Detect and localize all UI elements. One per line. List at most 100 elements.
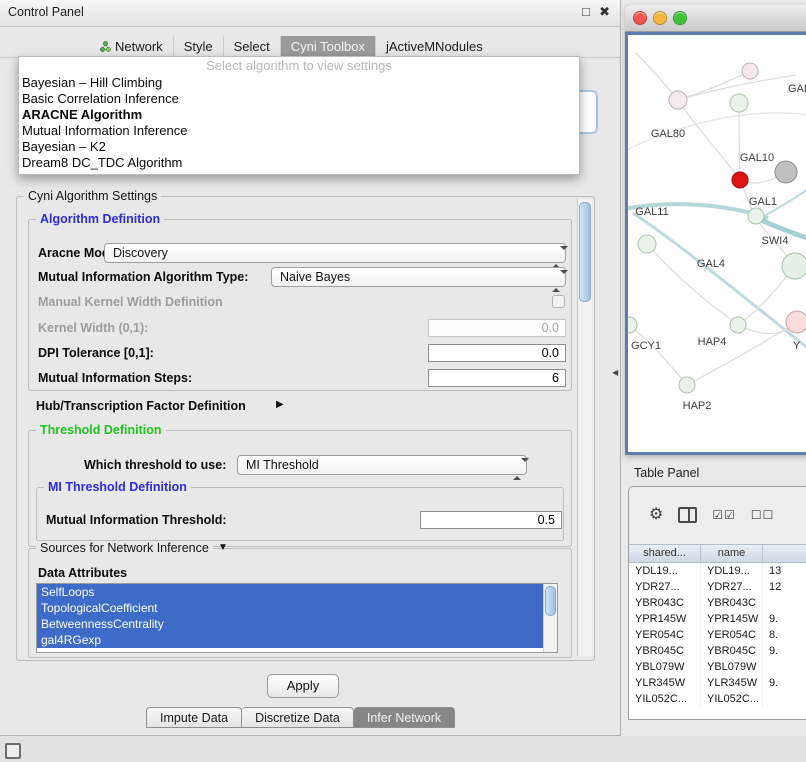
algorithm-option[interactable]: Dream8 DC_TDC Algorithm [19, 155, 579, 171]
kernel-width-input[interactable]: 0.0 [428, 319, 566, 337]
settings-scrollbar[interactable] [577, 199, 592, 656]
network-edge[interactable] [739, 103, 740, 180]
network-node[interactable] [730, 317, 746, 333]
tab-label: Style [184, 36, 213, 58]
algorithm-option[interactable]: Mutual Information Inference [19, 123, 579, 139]
table-row[interactable]: YIL052C...YIL052C... [629, 691, 806, 707]
data-attribute-item[interactable]: BetweennessCentrality [37, 616, 543, 632]
columns-icon[interactable] [678, 507, 697, 523]
data-attributes-list: SelfLoopsTopologicalCoefficientBetweenne… [36, 583, 558, 653]
float-window-icon[interactable]: □ [582, 4, 590, 19]
network-node[interactable] [775, 161, 797, 183]
network-node[interactable] [786, 311, 806, 333]
network-node-label: GAL [788, 83, 806, 95]
table-panel-toolbar: ⚙ ☑☑ ☐☐ [629, 487, 806, 543]
data-attribute-item[interactable]: gal4RGexp [37, 632, 543, 648]
attributes-scrollbar[interactable] [543, 584, 557, 652]
close-window-icon[interactable]: ✖ [599, 4, 610, 20]
combo-stepper-icon [513, 460, 521, 478]
bottom-tab-infer-network[interactable]: Infer Network [354, 707, 455, 728]
table-row[interactable]: YBR043CYBR043C [629, 595, 806, 611]
table-cell: YPR145W [701, 611, 763, 627]
network-node[interactable] [742, 63, 758, 79]
data-attribute-item[interactable]: TopologicalCoefficient [37, 600, 543, 616]
network-canvas[interactable]: GALGAL80GAL10GAL11GAL1SWI4GAL4GCY1HAP4HA… [628, 35, 806, 452]
bottom-tab-discretize-data[interactable]: Discretize Data [242, 707, 354, 728]
table-cell: 13 [763, 563, 806, 579]
apply-button[interactable]: Apply [267, 674, 339, 698]
table-cell: YDR27... [701, 579, 763, 595]
network-node-label: GAL80 [651, 128, 685, 140]
mi-threshold-input[interactable]: 0.5 [420, 511, 562, 529]
expand-down-icon[interactable]: ▼ [218, 542, 228, 553]
network-edge[interactable] [629, 325, 687, 385]
sources-title[interactable]: Sources for Network Inference [36, 541, 213, 555]
algorithm-option[interactable]: Bayesian – Hill Climbing [19, 75, 579, 91]
close-traffic-light[interactable] [633, 11, 647, 25]
attributes-scrollbar-thumb[interactable] [545, 586, 556, 616]
which-threshold-select[interactable]: MI Threshold [237, 455, 527, 475]
mi-steps-input[interactable]: 6 [428, 369, 566, 387]
network-node[interactable] [732, 172, 748, 188]
network-graph[interactable]: GALGAL80GAL10GAL11GAL1SWI4GAL4GCY1HAP4HA… [628, 35, 806, 452]
select-checked-icon[interactable]: ☑☑ [712, 508, 736, 522]
hub-section-label[interactable]: Hub/Transcription Factor Definition [36, 399, 246, 413]
manual-kernel-checkbox[interactable] [552, 295, 565, 308]
gear-icon[interactable]: ⚙ [649, 507, 663, 523]
aracne-mode-select[interactable]: Discovery [104, 243, 566, 263]
network-node[interactable] [679, 377, 695, 393]
combo-stepper-icon [552, 272, 560, 290]
select-unchecked-icon[interactable]: ☐☐ [751, 508, 775, 522]
table-cell: YLR345W [629, 675, 701, 691]
network-edge[interactable] [678, 100, 740, 180]
zoom-traffic-light[interactable] [673, 11, 687, 25]
table-column-header[interactable] [763, 545, 806, 562]
network-node[interactable] [782, 253, 806, 279]
collapse-right-icon[interactable]: ▶ [276, 399, 284, 410]
control-panel-titlebar: Control Panel □ ✖ [0, 0, 620, 27]
table-row[interactable]: YPR145WYPR145W9. [629, 611, 806, 627]
desktop-bottom-strip [0, 736, 806, 762]
dpi-tolerance-input[interactable]: 0.0 [428, 344, 566, 362]
mi-type-select[interactable]: Naive Bayes [271, 267, 566, 287]
minimize-traffic-light[interactable] [653, 11, 667, 25]
algorithm-option[interactable]: Bayesian – K2 [19, 139, 579, 155]
control-panel-tabs: Network Style SelectCyni ToolboxjActiveMNo… [0, 36, 620, 58]
splitter-collapse-arrow[interactable]: ◀ [612, 368, 618, 377]
minimized-panel-icon[interactable] [5, 743, 21, 759]
network-node[interactable] [638, 235, 656, 253]
table-row[interactable]: YBR045CYBR045C9. [629, 643, 806, 659]
table-cell: YBR045C [629, 643, 701, 659]
tab-style[interactable]: Style [173, 36, 223, 57]
table-cell: YLR345W [701, 675, 763, 691]
network-window-titlebar [625, 5, 806, 32]
network-node-label: GCY1 [631, 340, 661, 352]
network-node[interactable] [669, 91, 687, 109]
desktop: Control Panel □ ✖ NetworkStyleSelectCyni… [0, 0, 806, 762]
bottom-tabs: Impute DataDiscretize DataInfer Network [146, 707, 455, 728]
algorithm-option[interactable]: ARACNE Algorithm [19, 107, 579, 123]
tab-cyni-toolbox[interactable]: Cyni Toolbox [280, 36, 375, 57]
settings-group-title: Cyni Algorithm Settings [24, 189, 161, 203]
table-row[interactable]: YBL079WYBL079W [629, 659, 806, 675]
table-row[interactable]: YLR345WYLR345W9. [629, 675, 806, 691]
tab-select[interactable]: Select [223, 36, 280, 57]
table-header-row: shared...name [629, 544, 806, 563]
table-column-header[interactable]: shared... [629, 545, 701, 562]
tab-jactivemnodules[interactable]: jActiveMNodules [375, 36, 493, 57]
table-row[interactable]: YDR27...YDR27...12 [629, 579, 806, 595]
network-node[interactable] [730, 94, 748, 112]
table-column-header[interactable]: name [701, 545, 763, 562]
settings-scrollbar-thumb[interactable] [579, 202, 591, 302]
table-body: YDL19...YDL19...13YDR27...YDR27...12YBR0… [629, 563, 806, 707]
kernel-width-label: Kernel Width (0,1): [38, 321, 148, 335]
table-row[interactable]: YDL19...YDL19...13 [629, 563, 806, 579]
network-node[interactable] [748, 208, 764, 224]
data-attribute-item[interactable]: SelfLoops [37, 584, 543, 600]
algorithm-option[interactable]: Basic Correlation Inference [19, 91, 579, 107]
bottom-tab-impute-data[interactable]: Impute Data [146, 707, 242, 728]
network-node-label: GAL4 [697, 258, 725, 270]
table-row[interactable]: YER054CYER054C8. [629, 627, 806, 643]
table-cell: YBL079W [701, 659, 763, 675]
tab-network[interactable]: Network [90, 36, 173, 57]
